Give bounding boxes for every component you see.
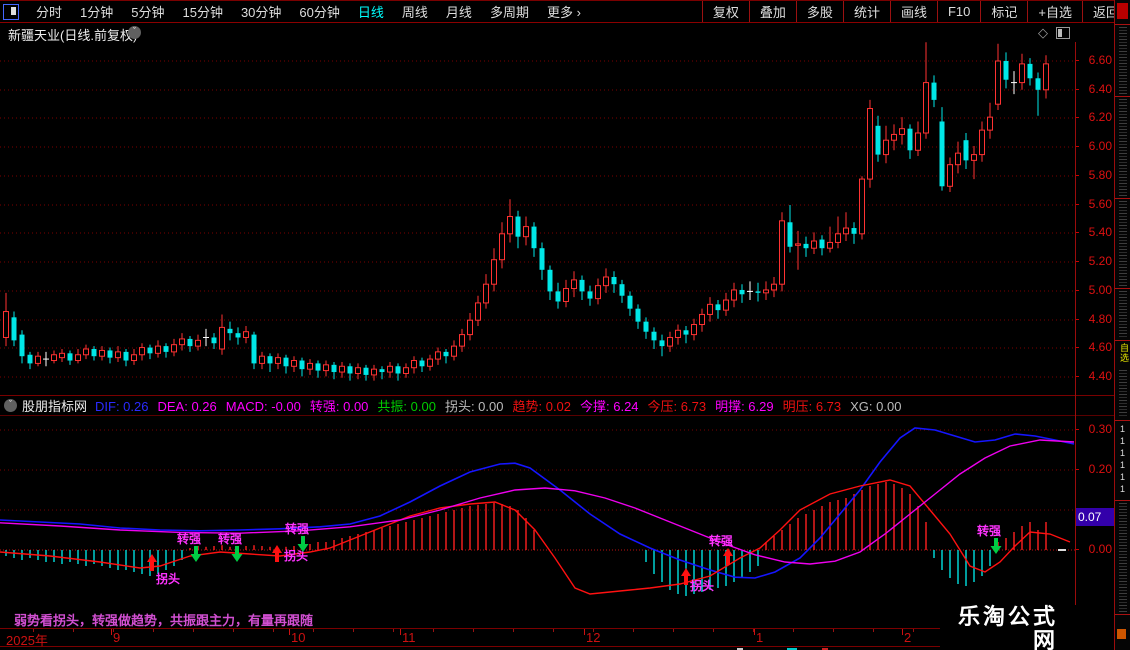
- indicator-field-拐头: 拐头: 0.00: [444, 399, 504, 414]
- toolbar-action-huaxian[interactable]: 画线: [889, 1, 937, 22]
- indicator-field-今撑: 今撑: 6.24: [580, 399, 639, 414]
- current-value-tag: 0.07: [1075, 508, 1114, 526]
- price-label: 6.40: [1088, 82, 1112, 96]
- diamond-icon[interactable]: ◇: [1038, 25, 1048, 41]
- indicator-name: 股朋指标网: [22, 399, 88, 414]
- price-label: 4.60: [1088, 340, 1112, 354]
- toolbar-item-week[interactable]: 周线: [393, 5, 437, 20]
- indicator-field-趋势: 趋势: 0.02: [512, 399, 572, 414]
- pane-layout-icon[interactable]: [1056, 27, 1070, 39]
- panel-collapse-icon[interactable]: [1117, 3, 1128, 19]
- price-label: 0.00: [1088, 542, 1112, 556]
- sidebar-digit: 1: [1120, 460, 1126, 470]
- price-label: 5.80: [1088, 168, 1112, 182]
- toolbar-action-biaoji[interactable]: 标记: [980, 1, 1027, 22]
- toolbar-item-15min[interactable]: 15分钟: [173, 5, 231, 20]
- price-label: 5.40: [1088, 225, 1112, 239]
- down-arrow-icon: [990, 538, 1002, 554]
- toolbar-item-day[interactable]: 日线: [349, 5, 393, 20]
- watermark: 乐淘公式网 www.60lt.com: [940, 605, 1113, 650]
- signal-label: 转强: [218, 531, 242, 546]
- sidebar-digit: 1: [1120, 484, 1126, 494]
- watermark-title: 乐淘公式网: [957, 604, 1058, 650]
- toolbar-item-1min[interactable]: 1分钟: [71, 5, 122, 20]
- toolbar-item-60min[interactable]: 60分钟: [290, 5, 348, 20]
- indicator-field-DIF: DIF: 0.26: [95, 399, 149, 414]
- down-arrow-icon: [190, 546, 202, 562]
- toolbar-item-5min[interactable]: 5分钟: [122, 5, 173, 20]
- indicator-field-DEA: DEA: 0.26: [157, 399, 217, 414]
- month-label-1: 1: [756, 630, 764, 645]
- toolbar-action-tongji[interactable]: 统计: [842, 1, 890, 22]
- indicator-chevron-icon[interactable]: ˇ: [4, 399, 17, 412]
- month-label-9: 9: [113, 630, 121, 645]
- sidebar-digit: 1: [1120, 436, 1126, 446]
- indicator-chart[interactable]: 拐头转强 转强拐头转强拐头转强转强: [0, 417, 1075, 608]
- price-label: 4.80: [1088, 312, 1112, 326]
- sidebar-digit: 1: [1120, 448, 1126, 458]
- indicator-header: ˇ 股朋指标网 DIF: 0.26 DEA: 0.26 MACD: -0.00 转强:…: [0, 395, 1130, 416]
- signal-label: 转强: [177, 531, 201, 546]
- axis-border: [1075, 42, 1076, 647]
- main-candlestick-chart[interactable]: [0, 42, 1075, 394]
- price-label: 5.00: [1088, 283, 1112, 297]
- year-label: 2025年: [6, 633, 48, 648]
- price-label: 5.20: [1088, 254, 1112, 268]
- toolbar-action-duogu[interactable]: 多股: [795, 1, 843, 22]
- price-label: 6.20: [1088, 110, 1112, 124]
- line-dif: [0, 427, 1075, 579]
- toolbar-action-diejia[interactable]: 叠加: [748, 1, 796, 22]
- sidebar-digit: 1: [1120, 424, 1126, 434]
- price-label: 0.20: [1088, 462, 1112, 476]
- chevron-down-icon[interactable]: ˇ: [128, 26, 141, 39]
- month-label-12: 12: [586, 630, 601, 645]
- toolbar-item-fenshi[interactable]: 分时: [27, 5, 71, 20]
- signal-label: 拐头: [156, 571, 180, 586]
- price-label: 4.40: [1088, 369, 1112, 383]
- signal-label: 转强: [285, 521, 309, 536]
- right-panel-strip[interactable]: 自选 1 1 1 1 1 1: [1114, 0, 1130, 650]
- toolbar-actions: 复权 叠加 多股 统计 画线 F10 标记 +自选 返回: [701, 1, 1130, 22]
- signal-label: 转强: [709, 533, 733, 548]
- line-dea: [0, 439, 1075, 565]
- title-bar: 新疆天业(日线.前复权) ˇ ◇: [0, 24, 1075, 43]
- strategy-tip: 弱势看拐头，转强做趋势，共振跟主力，有量再跟随: [14, 613, 314, 628]
- month-label-2: 2: [904, 630, 912, 645]
- toolbar-action-zixuan[interactable]: +自选: [1027, 1, 1082, 22]
- price-label: 6.00: [1088, 139, 1112, 153]
- down-arrow-icon: [231, 546, 243, 562]
- price-label: 5.60: [1088, 197, 1112, 211]
- signal-label: 拐头: [284, 548, 308, 563]
- toolbar-item-more[interactable]: 更多 ›: [538, 5, 590, 20]
- toolbar-item-multi[interactable]: 多周期: [481, 5, 538, 20]
- indicator-values: DIF: 0.26 DEA: 0.26 MACD: -0.00 转强: 0.00 共振:…: [95, 396, 910, 415]
- top-toolbar: 分时 1分钟 5分钟 15分钟 30分钟 60分钟 日线 周线 月线 多周期 更多 › 复权 叠加 多股…: [0, 0, 1130, 23]
- period-tabs: 分时 1分钟 5分钟 15分钟 30分钟 60分钟 日线 周线 月线 多周期 更多 ›: [27, 2, 590, 22]
- indicator-field-共振: 共振: 0.00: [377, 399, 436, 414]
- sidebar-digit: 1: [1120, 472, 1126, 482]
- toolbar-item-30min[interactable]: 30分钟: [232, 5, 290, 20]
- indicator-field-XG: XG: 0.00: [850, 399, 902, 414]
- indicator-field-明压: 明压: 6.73: [782, 399, 842, 414]
- sidebar-tab-favorites[interactable]: 自选: [1118, 343, 1130, 363]
- signal-label: 拐头: [690, 578, 714, 593]
- toolbar-action-fuquan[interactable]: 复权: [701, 1, 749, 22]
- month-label-10: 10: [291, 630, 306, 645]
- indicator-field-MACD: MACD: -0.00: [225, 399, 301, 414]
- up-arrow-icon: [272, 545, 282, 562]
- trading-app-window: 分时 1分钟 5分钟 15分钟 30分钟 60分钟 日线 周线 月线 多周期 更多 › 复权 叠加 多股…: [0, 0, 1130, 650]
- candles: [3, 42, 1049, 381]
- indicator-field-转强: 转强: 0.00: [309, 399, 369, 414]
- price-label: 0.30: [1088, 422, 1112, 436]
- toolbar-item-month[interactable]: 月线: [437, 5, 481, 20]
- month-label-11: 11: [402, 630, 416, 645]
- app-logo-icon[interactable]: [3, 3, 19, 20]
- signal-label: 转强: [977, 523, 1001, 538]
- price-label: 6.60: [1088, 53, 1112, 67]
- indicator-field-今压: 今压: 6.73: [647, 399, 707, 414]
- up-arrow-icon: [147, 554, 157, 571]
- toolbar-action-f10[interactable]: F10: [936, 1, 980, 22]
- indicator-field-明撑: 明撑: 6.29: [715, 399, 774, 414]
